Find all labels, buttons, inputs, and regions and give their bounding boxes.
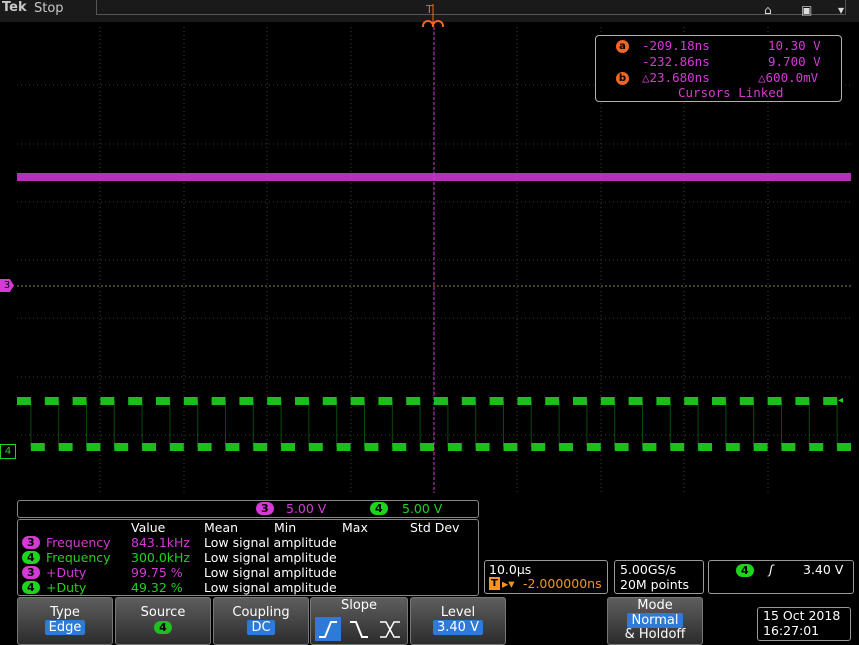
time: 16:27:01 [763,623,820,638]
slope-rising-icon[interactable] [315,617,341,641]
level-label: Level [440,605,476,620]
channel-scale-bar: 3 5.00 V 4 5.00 V [17,500,479,518]
type-value: Edge [44,620,86,635]
horizontal-timebase[interactable]: 10.0µs T ▸▾ -2.000000ns [484,560,608,594]
date: 15 Oct 2018 [763,608,841,623]
header-max: Max [342,520,368,535]
cursor-b-badge: b [616,72,629,85]
position-arrow-icon: ▸▾ [502,576,515,591]
cursors-linked-label: Cursors Linked [678,85,784,100]
row-note: Low signal amplitude [204,550,337,565]
level-button[interactable]: Level 3.40 V [410,597,506,645]
time-per-div: 10.0µs [489,562,532,577]
header-std-dev: Std Dev [410,520,460,535]
horizontal-position: -2.000000ns [523,576,602,591]
ch4-offscreen-indicator: ◂ [838,395,844,406]
type-button[interactable]: Type Edge [17,597,113,645]
row-value: 843.1kHz [131,535,190,550]
header-mean: Mean [204,520,239,535]
row-note: Low signal amplitude [204,535,337,550]
row-name: Frequency [46,550,111,565]
acquisition-status: Stop [34,1,64,16]
cursor-a-time: -209.18ns [642,38,710,53]
source-label: Source [140,605,186,620]
cursor-a-badge: a [616,40,629,53]
slope-either-icon[interactable] [377,617,403,641]
header-value: Value [131,520,166,535]
acquisition-info[interactable]: 5.00GS/s 20M points [614,560,704,594]
table-row[interactable]: 3 Frequency 843.1kHz Low signal amplitud… [18,535,478,550]
coupling-value: DC [247,620,275,635]
trigger-level-readout: 3.40 V [803,562,844,577]
brand-logo: Tek [2,0,27,15]
table-row[interactable]: 4 Frequency 300.0kHz Low signal amplitud… [18,550,478,565]
slope-button[interactable]: Slope [310,597,408,645]
mode-holdoff: & Holdoff [624,627,686,642]
slope-label: Slope [340,598,378,613]
ch3-marker[interactable]: 3 [0,279,14,292]
ch4-marker[interactable]: 4 [0,444,16,459]
row-channel-badge: 3 [22,566,40,579]
source-value: 4 [154,621,172,634]
record-length: 20M points [620,577,690,592]
datetime-display[interactable]: 15 Oct 2018 16:27:01 [757,607,851,641]
row-name: +Duty [46,580,87,595]
coupling-label: Coupling [232,605,290,620]
row-channel-badge: 3 [22,536,40,549]
trigger-position-icon: T [489,577,500,590]
row-value: 49.32 % [131,580,183,595]
measurement-header: Value Mean Min Max Std Dev [18,520,478,535]
rising-edge-icon: ʃ [769,562,774,577]
ch3-waveform [17,173,851,181]
table-row[interactable]: 4 +Duty 49.32 % Low signal amplitude [18,580,478,595]
row-note: Low signal amplitude [204,565,337,580]
row-note: Low signal amplitude [204,580,337,595]
cursor-delta-time: △23.680ns [642,70,710,85]
home-icon[interactable]: ⌂ [764,3,772,17]
ch3-badge[interactable]: 3 [256,502,274,515]
coupling-button[interactable]: Coupling DC [213,597,309,645]
row-channel-badge: 4 [22,581,40,594]
source-button[interactable]: Source 4 [115,597,211,645]
header-min: Min [274,520,297,535]
table-row[interactable]: 3 +Duty 99.75 % Low signal amplitude [18,565,478,580]
ch4-badge[interactable]: 4 [370,502,388,515]
ch4-scale[interactable]: 5.00 V [402,501,442,516]
level-value: 3.40 V [433,620,483,635]
menu-icon[interactable]: ▾ [838,3,844,17]
record-view-bar[interactable] [96,0,846,15]
mode-button[interactable]: Mode Normal & Holdoff [607,597,703,645]
row-name: +Duty [46,565,87,580]
mode-label: Mode [637,598,673,613]
trigger-source-badge: 4 [736,564,754,577]
measurement-table[interactable]: Value Mean Min Max Std Dev 3 Frequency 8… [17,519,479,596]
cursor-delta-volt: △600.0mV [758,70,819,85]
cursor-readout: a -209.18ns 10.30 V -232.86ns 9.700 V b … [595,35,842,102]
row-name: Frequency [46,535,111,550]
trigger-readout[interactable]: 4 ʃ 3.40 V [708,560,854,594]
row-value: 99.75 % [131,565,183,580]
type-label: Type [50,605,80,620]
mode-value: Normal [627,613,683,628]
window-icon[interactable]: ▣ [801,3,812,17]
slope-falling-icon[interactable] [346,617,372,641]
sample-rate: 5.00GS/s [620,562,677,577]
cursor-b-time: -232.86ns [642,54,710,69]
cursor-b-volt: 9.700 V [768,54,821,69]
row-value: 300.0kHz [131,550,190,565]
row-channel-badge: 4 [22,551,40,564]
ch3-scale[interactable]: 5.00 V [286,501,326,516]
cursor-a-volt: 10.30 V [768,38,821,53]
